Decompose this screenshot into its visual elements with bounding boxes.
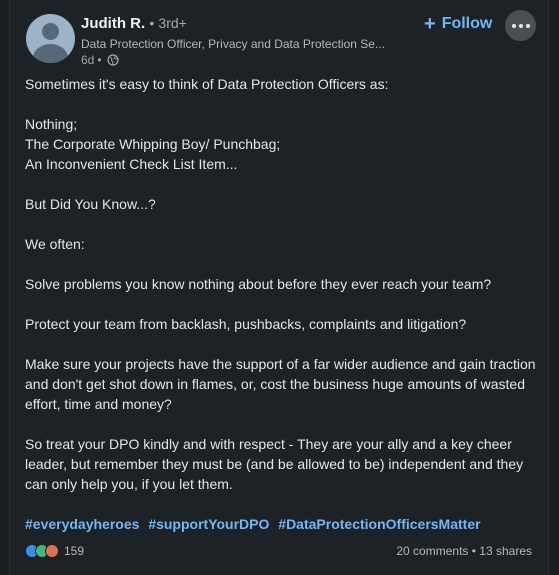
post-line: So treat your DPO kindly and with respec… xyxy=(25,436,524,492)
shares-link[interactable]: 13 shares xyxy=(479,544,532,558)
stats-separator: • xyxy=(471,544,476,558)
post-line: But Did You Know...? xyxy=(25,196,156,212)
post-line: We often: xyxy=(25,236,85,252)
post-age: 6d xyxy=(81,53,95,67)
post-card: Judith R. • 3rd+ Data Protection Officer… xyxy=(9,0,549,575)
post-line: Nothing; xyxy=(25,116,78,132)
more-options-button[interactable] xyxy=(505,10,536,41)
author-headline: Data Protection Officer, Privacy and Dat… xyxy=(81,37,385,51)
follow-label: Follow xyxy=(441,15,493,32)
love-icon xyxy=(45,544,59,558)
post-body: Sometimes it's easy to think of Data Pro… xyxy=(25,74,540,494)
post-line: Sometimes it's easy to think of Data Pro… xyxy=(25,76,389,92)
post-meta: 6d • xyxy=(81,53,119,67)
hashtag-link[interactable]: #supportYourDPO xyxy=(148,516,269,532)
hashtag-link[interactable]: #DataProtectionOfficersMatter xyxy=(278,516,480,532)
plus-icon: + xyxy=(424,13,436,35)
post-line: Solve problems you know nothing about be… xyxy=(25,276,492,292)
author-line: Judith R. • 3rd+ xyxy=(81,15,187,32)
more-dot-icon xyxy=(511,23,516,28)
author-name[interactable]: Judith R. xyxy=(81,15,145,32)
hashtag-link[interactable]: #everydayheroes xyxy=(25,516,139,532)
post-line: Protect your team from backlash, pushbac… xyxy=(25,316,467,332)
avatar-head-shape xyxy=(42,23,59,40)
avatar-shoulders-shape xyxy=(33,44,68,63)
name-separator: • xyxy=(149,15,155,31)
engagement-stats: 20 comments • 13 shares xyxy=(396,544,532,558)
post-line: Make sure your projects have the support… xyxy=(25,356,536,412)
follow-button[interactable]: + Follow xyxy=(424,13,492,35)
comments-link[interactable]: 20 comments xyxy=(396,544,468,558)
post-line: An Inconvenient Check List Item... xyxy=(25,156,238,172)
reactions-summary[interactable]: 159 xyxy=(25,544,84,558)
more-dot-icon xyxy=(525,23,530,28)
connection-degree: 3rd+ xyxy=(158,15,187,31)
avatar[interactable] xyxy=(26,14,75,63)
meta-separator: • xyxy=(97,53,102,67)
reaction-count: 159 xyxy=(64,544,85,558)
hashtags: #everydayheroes #supportYourDPO #DataPro… xyxy=(25,516,486,532)
globe-icon xyxy=(106,54,119,66)
post-line: The Corporate Whipping Boy/ Punchbag; xyxy=(25,136,281,152)
more-dot-icon xyxy=(518,23,523,28)
